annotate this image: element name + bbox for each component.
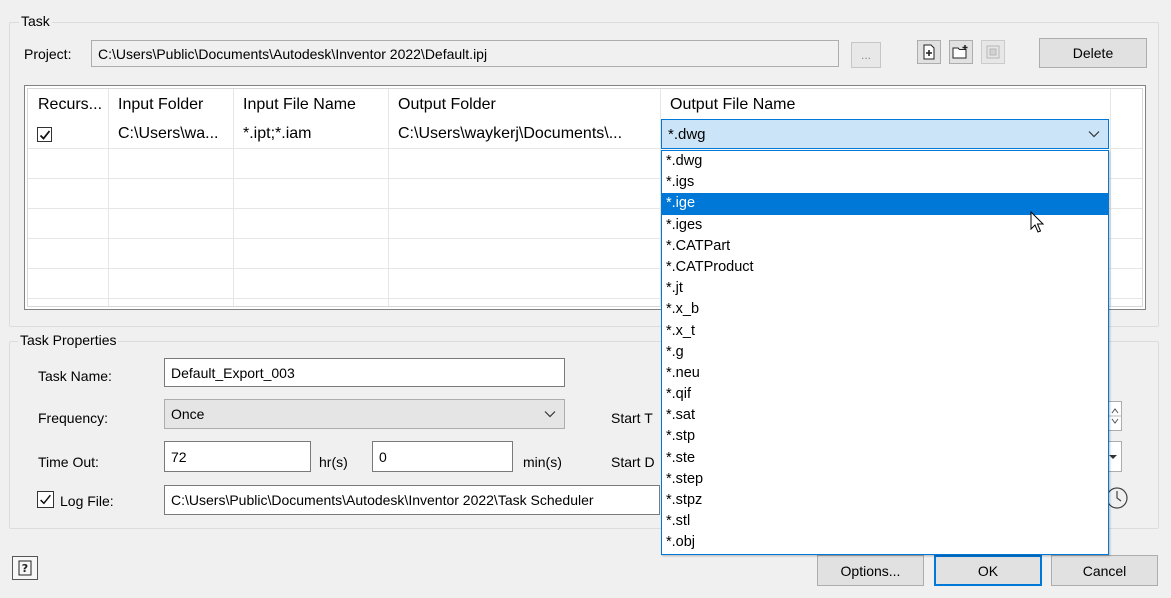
column-header-input-file-name[interactable]: Input File Name	[233, 89, 356, 121]
help-button[interactable]: ?	[12, 556, 38, 580]
edit-document-icon	[986, 45, 1000, 59]
new-task-button[interactable]	[917, 40, 941, 64]
time-out-minutes-value: 0	[379, 448, 387, 465]
frequency-label: Frequency:	[38, 410, 109, 426]
svg-text:?: ?	[22, 562, 28, 575]
column-header-output-file-name[interactable]: Output File Name	[660, 89, 795, 121]
start-date-picker[interactable]	[1108, 441, 1122, 472]
ok-button[interactable]: OK	[934, 555, 1042, 586]
task-properties-title: Task Properties	[18, 332, 119, 348]
output-file-name-combo[interactable]: *.dwg	[661, 119, 1109, 149]
log-file-label: Log File:	[60, 493, 114, 509]
spinner-arrows-icon	[1109, 408, 1121, 424]
dropdown-option[interactable]: *.sat	[662, 405, 1108, 426]
dropdown-option[interactable]: *.dwg	[662, 151, 1108, 172]
column-header-input-folder[interactable]: Input Folder	[108, 89, 203, 121]
project-label: Project:	[24, 46, 72, 62]
dropdown-option[interactable]: *.step	[662, 469, 1108, 490]
clock-icon[interactable]	[1106, 485, 1128, 511]
help-icon: ?	[18, 560, 32, 576]
dropdown-option[interactable]: *.CATPart	[662, 236, 1108, 257]
input-folder-cell[interactable]: C:\Users\wa...	[108, 120, 233, 148]
column-header-recursive[interactable]: Recurs...	[28, 89, 102, 121]
column-header-output-folder[interactable]: Output Folder	[388, 89, 496, 121]
log-file-path-input[interactable]: C:\Users\Public\Documents\Autodesk\Inven…	[164, 485, 660, 515]
task-name-value: Default_Export_003	[171, 364, 295, 381]
new-folder-icon	[952, 45, 968, 59]
chevron-down-icon	[544, 411, 556, 418]
dropdown-option[interactable]: *.qif	[662, 384, 1108, 405]
input-file-name-cell[interactable]: *.ipt;*.iam	[233, 120, 388, 148]
time-out-hours-input[interactable]: 72	[164, 441, 311, 472]
start-time-label: Start T	[611, 410, 653, 426]
time-out-label: Time Out:	[38, 454, 99, 470]
log-file-checkbox[interactable]	[37, 491, 54, 508]
checkmark-icon	[40, 494, 51, 505]
dropdown-option[interactable]: *.g	[662, 342, 1108, 363]
mouse-cursor-icon	[1030, 211, 1045, 233]
output-file-name-value: *.dwg	[668, 125, 706, 143]
project-path-field[interactable]: C:\Users\Public\Documents\Autodesk\Inven…	[91, 40, 839, 67]
frequency-value: Once	[171, 406, 205, 422]
output-folder-cell[interactable]: C:\Users\waykerj\Documents\...	[388, 120, 660, 148]
dropdown-option[interactable]: *.jt	[662, 278, 1108, 299]
dropdown-option[interactable]: *.stl	[662, 511, 1108, 532]
cancel-button[interactable]: Cancel	[1051, 555, 1158, 586]
dropdown-option[interactable]: *.obj	[662, 532, 1108, 553]
options-button[interactable]: Options...	[817, 555, 924, 586]
dropdown-option[interactable]: *.ste	[662, 448, 1108, 469]
recursive-checkbox[interactable]	[37, 127, 52, 142]
new-document-icon	[923, 44, 935, 60]
log-file-path-value: C:\Users\Public\Documents\Autodesk\Inven…	[171, 492, 594, 508]
new-folder-task-button[interactable]	[949, 40, 973, 64]
hours-unit-label: hr(s)	[319, 454, 348, 470]
task-name-label: Task Name:	[38, 368, 112, 384]
delete-button[interactable]: Delete	[1039, 38, 1147, 68]
chevron-down-icon	[1088, 131, 1100, 138]
frequency-select[interactable]: Once	[164, 399, 565, 429]
start-time-spinner[interactable]	[1108, 401, 1122, 431]
project-path-text: C:\Users\Public\Documents\Autodesk\Inven…	[98, 45, 488, 62]
dropdown-option[interactable]: *.CATProduct	[662, 257, 1108, 278]
minutes-unit-label: min(s)	[523, 454, 562, 470]
time-out-minutes-input[interactable]: 0	[372, 441, 513, 472]
dropdown-option[interactable]: *.x_t	[662, 321, 1108, 342]
project-browse-button[interactable]: ...	[851, 42, 881, 68]
column-divider	[1110, 89, 1111, 306]
dropdown-option[interactable]: *.x_b	[662, 299, 1108, 320]
edit-task-button[interactable]	[981, 40, 1005, 64]
task-group-title: Task	[19, 13, 52, 29]
time-out-hours-value: 72	[171, 448, 187, 465]
dropdown-option[interactable]: *.stp	[662, 426, 1108, 447]
start-date-label: Start D	[611, 454, 655, 470]
chevron-down-icon	[1109, 455, 1117, 459]
dropdown-option[interactable]: *.stpz	[662, 490, 1108, 511]
checkmark-icon	[39, 129, 50, 140]
dropdown-option[interactable]: *.neu	[662, 363, 1108, 384]
task-name-input[interactable]: Default_Export_003	[164, 358, 565, 387]
dropdown-option[interactable]: *.igs	[662, 172, 1108, 193]
